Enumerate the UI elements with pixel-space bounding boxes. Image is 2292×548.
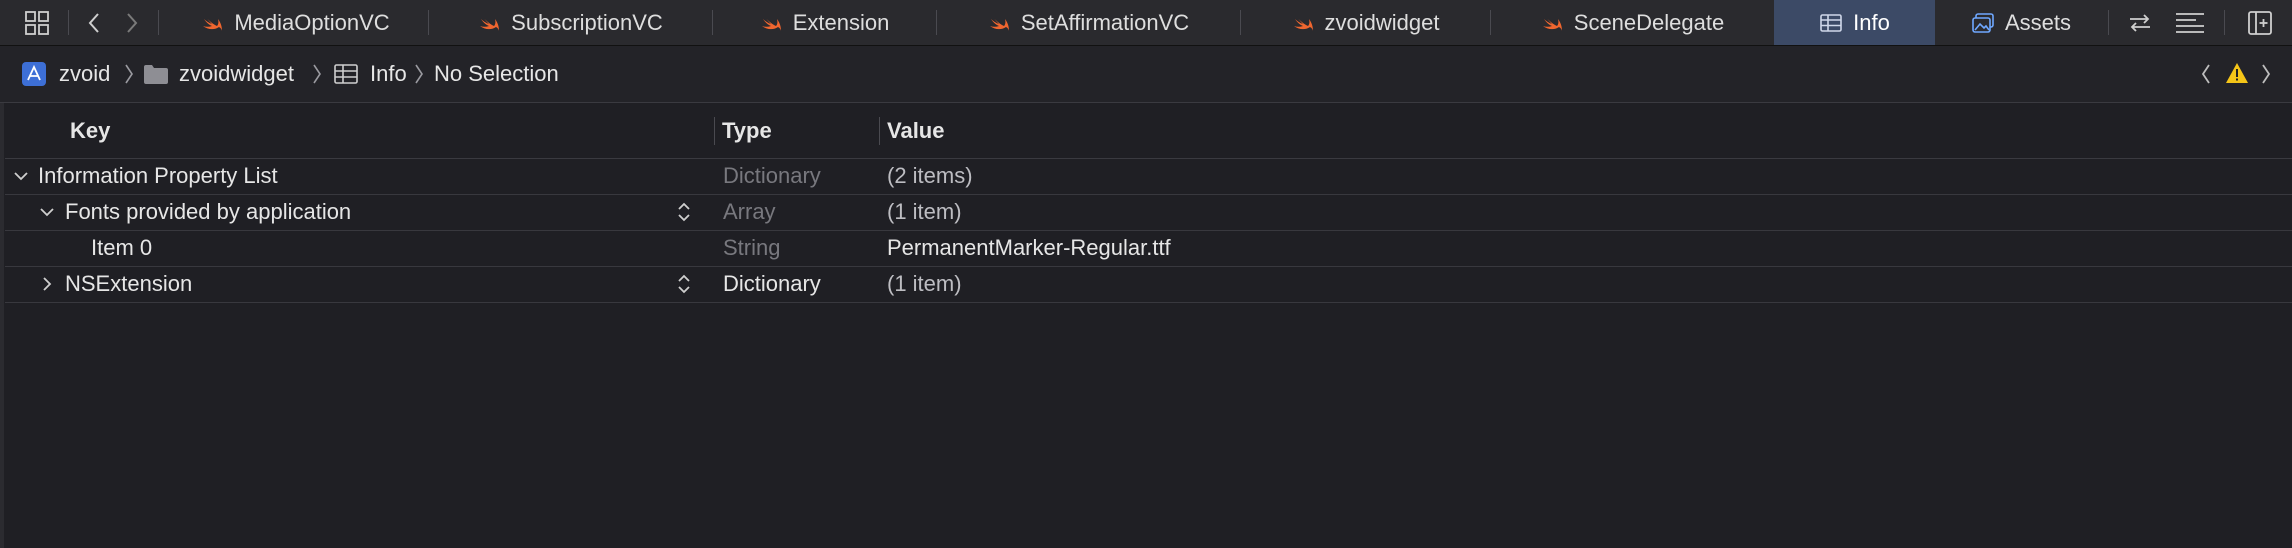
swift-icon — [1542, 16, 1562, 31]
column-header-type[interactable]: Type — [722, 103, 772, 158]
row-type: String — [723, 235, 781, 260]
swift-icon — [761, 16, 781, 31]
row-value[interactable]: PermanentMarker-Regular.ttf — [887, 230, 1171, 266]
add-editor-icon[interactable] — [2244, 0, 2276, 45]
swift-icon — [1293, 16, 1313, 31]
breadcrumb: zvoid zvoidwidget Info No Selection — [0, 46, 2292, 103]
breadcrumb-file[interactable]: Info — [370, 46, 407, 102]
row-value: (2 items) — [887, 163, 973, 188]
tab-setaffirmationvc[interactable]: SetAffirmationVC — [937, 0, 1239, 45]
tab-zvoidwidget[interactable]: zvoidwidget — [1241, 0, 1489, 45]
swift-icon — [989, 16, 1009, 31]
next-issue-icon[interactable] — [2260, 62, 2272, 86]
chevron-down-icon[interactable] — [37, 202, 57, 222]
row-type: Dictionary — [723, 163, 821, 188]
row-value: (1 item) — [887, 271, 962, 296]
assets-icon — [1972, 12, 1994, 33]
editor-left-edge — [0, 103, 4, 548]
key-stepper-icon[interactable] — [676, 199, 692, 225]
swift-icon — [480, 16, 500, 31]
tab-assets[interactable]: Assets — [1936, 0, 2106, 45]
tab-scenedelegate[interactable]: SceneDelegate — [1491, 0, 1773, 45]
tab-mediaoptionvc[interactable]: MediaOptionVC — [162, 0, 428, 45]
back-icon[interactable] — [82, 0, 106, 45]
chevron-right-icon — [125, 64, 133, 84]
table-row[interactable]: NSExtension Dictionary (1 item) — [5, 266, 2292, 303]
tab-extension[interactable]: Extension — [713, 0, 935, 45]
tab-subscriptionvc[interactable]: SubscriptionVC — [429, 0, 711, 45]
column-header-key[interactable]: Key — [70, 103, 110, 158]
table-row[interactable]: Fonts provided by application Array (1 i… — [5, 194, 2292, 231]
tab-label: SubscriptionVC — [511, 9, 663, 35]
tab-label: MediaOptionVC — [234, 9, 390, 35]
tab-label: Assets — [2004, 9, 2072, 35]
row-key: Item 0 — [91, 235, 153, 260]
divider — [2108, 10, 2109, 35]
column-header-value[interactable]: Value — [887, 103, 944, 158]
warning-icon[interactable] — [2225, 62, 2249, 84]
breadcrumb-folder[interactable]: zvoidwidget — [179, 46, 294, 102]
xcode-project-icon[interactable] — [20, 51, 48, 96]
swap-icon[interactable] — [2124, 0, 2156, 45]
row-type[interactable]: Dictionary — [723, 266, 821, 302]
tab-label: Extension — [792, 9, 890, 35]
previous-issue-icon[interactable] — [2200, 62, 2212, 86]
tab-info[interactable]: Info — [1774, 0, 1935, 45]
table-row[interactable]: Item 0 String PermanentMarker-Regular.tt… — [5, 230, 2292, 267]
forward-icon[interactable] — [120, 0, 144, 45]
row-key: Fonts provided by application — [65, 199, 352, 224]
grid-icon[interactable] — [22, 0, 52, 45]
tab-bar: MediaOptionVC SubscriptionVC Extension S… — [0, 0, 2292, 46]
divider — [158, 10, 159, 35]
chevron-right-icon — [415, 64, 423, 84]
row-key: NSExtension — [65, 271, 193, 296]
folder-icon — [142, 51, 170, 96]
row-value: (1 item) — [887, 199, 962, 224]
table-icon — [332, 51, 360, 96]
divider — [2224, 10, 2225, 35]
table-icon — [1820, 13, 1842, 32]
chevron-down-icon[interactable] — [11, 166, 31, 186]
row-key: Information Property List — [38, 163, 278, 188]
row-type: Array — [723, 199, 776, 224]
table-row[interactable]: Information Property List Dictionary (2 … — [5, 158, 2292, 195]
swift-icon — [203, 16, 223, 31]
tab-label: SetAffirmationVC — [1020, 9, 1190, 35]
chevron-right-icon[interactable] — [37, 274, 57, 294]
tab-label: zvoidwidget — [1324, 9, 1440, 35]
column-divider[interactable] — [879, 117, 880, 145]
key-stepper-icon[interactable] — [676, 271, 692, 297]
editor-options-icon[interactable] — [2172, 0, 2208, 45]
breadcrumb-project[interactable]: zvoid — [59, 46, 110, 102]
breadcrumb-selection[interactable]: No Selection — [434, 46, 559, 102]
chevron-right-icon — [313, 64, 321, 84]
table-header: Key Type Value — [5, 103, 2292, 159]
tab-label: Info — [1853, 9, 1890, 35]
column-divider[interactable] — [714, 117, 715, 145]
tab-label: SceneDelegate — [1573, 9, 1725, 35]
divider — [68, 10, 69, 35]
